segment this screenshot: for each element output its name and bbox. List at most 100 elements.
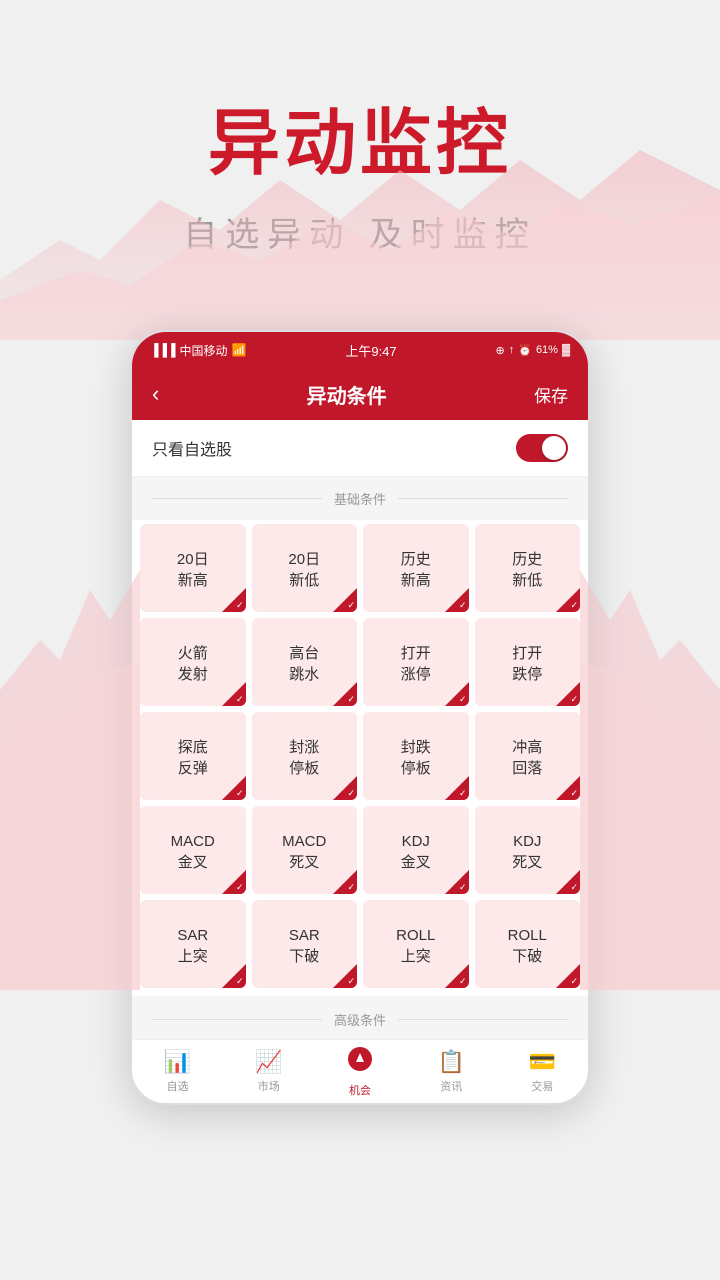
- advanced-section-divider: 高级条件: [132, 1000, 588, 1039]
- nav-label-market: 市场: [258, 1078, 280, 1094]
- battery-percent: 61%: [536, 344, 558, 356]
- mountain-bg-svg: [0, 140, 720, 340]
- grid-item-text-div: 高台跳水: [289, 643, 319, 685]
- grid-item-text-rkt: 火箭发射: [178, 643, 208, 685]
- grid-item-text-hl: 历史新低: [512, 549, 542, 591]
- alarm-icon: ⏰: [518, 344, 532, 357]
- grid-item-rollu[interactable]: ROLL上突 ✓: [363, 900, 469, 988]
- save-button[interactable]: 保存: [534, 382, 568, 407]
- grid-item-bot[interactable]: 探底反弹 ✓: [140, 712, 246, 800]
- battery-icon: ↑: [509, 344, 515, 356]
- grid-item-rolld[interactable]: ROLL下破 ✓: [475, 900, 581, 988]
- grid-item-text-uplb: 封涨停板: [289, 737, 319, 779]
- status-left: ▐▐▐ 中国移动 📶: [150, 342, 246, 359]
- status-bar: ▐▐▐ 中国移动 📶 上午9:47 ⊕ ↑ ⏰ 61% ▓: [132, 332, 588, 368]
- phone-section: ▐▐▐ 中国移动 📶 上午9:47 ⊕ ↑ ⏰ 61% ▓ ‹ 异动条件 保存: [0, 330, 720, 1105]
- advanced-section-label: 高级条件: [334, 1010, 386, 1029]
- right-mountain: [580, 390, 720, 990]
- toggle-label: 只看自选股: [152, 436, 232, 460]
- grid-item-text-saru: SAR上突: [177, 925, 208, 967]
- grid-item-hl[interactable]: 历史新低 ✓: [475, 524, 581, 612]
- nav-icon-trade: 💳: [529, 1049, 556, 1075]
- hero-section: 异动监控 自选异动 及时监控: [0, 0, 720, 340]
- grid-item-macdg[interactable]: MACD金叉 ✓: [140, 806, 246, 894]
- grid-item-saru[interactable]: SAR上突 ✓: [140, 900, 246, 988]
- nav-item-news[interactable]: 📋资讯: [406, 1040, 497, 1103]
- app-header: ‹ 异动条件 保存: [132, 368, 588, 420]
- check-mark-dnlb: ✓: [459, 789, 467, 798]
- grid-item-macdd[interactable]: MACD死叉 ✓: [252, 806, 358, 894]
- grid-item-top[interactable]: 冲高回落 ✓: [475, 712, 581, 800]
- grid-item-text-macdd: MACD死叉: [282, 831, 326, 873]
- nav-icon-watchlist: 📊: [164, 1049, 191, 1075]
- grid-item-hh[interactable]: 历史新高 ✓: [363, 524, 469, 612]
- check-mark-sard: ✓: [347, 977, 355, 986]
- adv-divider-line-right: [398, 1019, 568, 1020]
- signal-icon: ▐▐▐: [150, 343, 176, 357]
- back-button[interactable]: ‹: [152, 381, 159, 407]
- nav-label-news: 资讯: [440, 1078, 462, 1094]
- check-mark-macdd: ✓: [347, 883, 355, 892]
- check-mark-uplb: ✓: [347, 789, 355, 798]
- grid-item-text-uplim: 打开涨停: [401, 643, 431, 685]
- check-mark-div: ✓: [347, 695, 355, 704]
- check-mark-uplim: ✓: [459, 695, 467, 704]
- grid-item-text-rollu: ROLL上突: [396, 925, 435, 967]
- toggle-row: 只看自选股: [132, 420, 588, 477]
- grid-item-d20h[interactable]: 20日新高 ✓: [140, 524, 246, 612]
- check-mark-d20l: ✓: [347, 601, 355, 610]
- divider-line-right: [398, 498, 568, 499]
- check-mark-kdjd: ✓: [570, 883, 578, 892]
- grid-item-text-kdjg: KDJ金叉: [401, 831, 431, 873]
- left-mountain: [0, 390, 140, 990]
- bottom-nav: 📊 自选 📈市场机会📋资讯 💳 交易: [132, 1039, 588, 1103]
- grid-item-text-d20l: 20日新低: [288, 549, 320, 591]
- page-container: 异动监控 自选异动 及时监控: [0, 0, 720, 1280]
- grid-item-d20l[interactable]: 20日新低 ✓: [252, 524, 358, 612]
- nav-item-market[interactable]: 📈市场: [223, 1040, 314, 1103]
- grid-item-text-rolld: ROLL下破: [508, 925, 547, 967]
- content-area: 只看自选股 基础条件 20日新高 ✓ 20日新低 ✓: [132, 420, 588, 1039]
- nav-icon-opportunity: [347, 1046, 373, 1079]
- grid-item-text-sard: SAR下破: [289, 925, 320, 967]
- nav-item-trade[interactable]: 💳 交易: [497, 1040, 588, 1103]
- check-mark-rollu: ✓: [459, 977, 467, 986]
- toggle-knob: [542, 436, 566, 460]
- check-mark-bot: ✓: [236, 789, 244, 798]
- conditions-grid: 20日新高 ✓ 20日新低 ✓ 历史新高 ✓ 历史新低 ✓ 火箭发射 ✓ 高台跳…: [140, 524, 580, 988]
- grid-item-text-top: 冲高回落: [512, 737, 542, 779]
- status-time: 上午9:47: [345, 341, 396, 360]
- grid-item-text-dnlb: 封跌停板: [401, 737, 431, 779]
- header-title: 异动条件: [307, 380, 387, 409]
- grid-item-div[interactable]: 高台跳水 ✓: [252, 618, 358, 706]
- grid-item-uplb[interactable]: 封涨停板 ✓: [252, 712, 358, 800]
- grid-item-uplim[interactable]: 打开涨停 ✓: [363, 618, 469, 706]
- grid-item-text-macdg: MACD金叉: [171, 831, 215, 873]
- check-mark-dnlim: ✓: [570, 695, 578, 704]
- grid-item-dnlb[interactable]: 封跌停板 ✓: [363, 712, 469, 800]
- grid-item-text-d20h: 20日新高: [177, 549, 209, 591]
- nav-item-watchlist[interactable]: 📊 自选: [132, 1040, 223, 1103]
- grid-item-dnlim[interactable]: 打开跌停 ✓: [475, 618, 581, 706]
- check-mark-hl: ✓: [570, 601, 578, 610]
- grid-item-text-dnlim: 打开跌停: [512, 643, 542, 685]
- nav-item-opportunity[interactable]: 机会: [314, 1040, 405, 1103]
- grid-item-kdjd[interactable]: KDJ死叉 ✓: [475, 806, 581, 894]
- wifi-icon: 📶: [232, 343, 247, 357]
- basic-section-divider: 基础条件: [132, 477, 588, 520]
- battery-bar: ▓: [562, 344, 570, 356]
- grid-item-rkt[interactable]: 火箭发射 ✓: [140, 618, 246, 706]
- location-icon: ⊕: [496, 344, 505, 357]
- grid-item-sard[interactable]: SAR下破 ✓: [252, 900, 358, 988]
- check-mark-macdg: ✓: [236, 883, 244, 892]
- toggle-switch[interactable]: [516, 434, 568, 462]
- check-mark-rolld: ✓: [570, 977, 578, 986]
- check-mark-kdjg: ✓: [459, 883, 467, 892]
- conditions-grid-wrapper: 20日新高 ✓ 20日新低 ✓ 历史新高 ✓ 历史新低 ✓ 火箭发射 ✓ 高台跳…: [132, 520, 588, 996]
- grid-item-kdjg[interactable]: KDJ金叉 ✓: [363, 806, 469, 894]
- basic-section-label: 基础条件: [334, 489, 386, 508]
- nav-label-trade: 交易: [531, 1078, 553, 1094]
- grid-item-text-bot: 探底反弹: [178, 737, 208, 779]
- status-right: ⊕ ↑ ⏰ 61% ▓: [496, 344, 570, 357]
- nav-label-watchlist: 自选: [167, 1078, 189, 1094]
